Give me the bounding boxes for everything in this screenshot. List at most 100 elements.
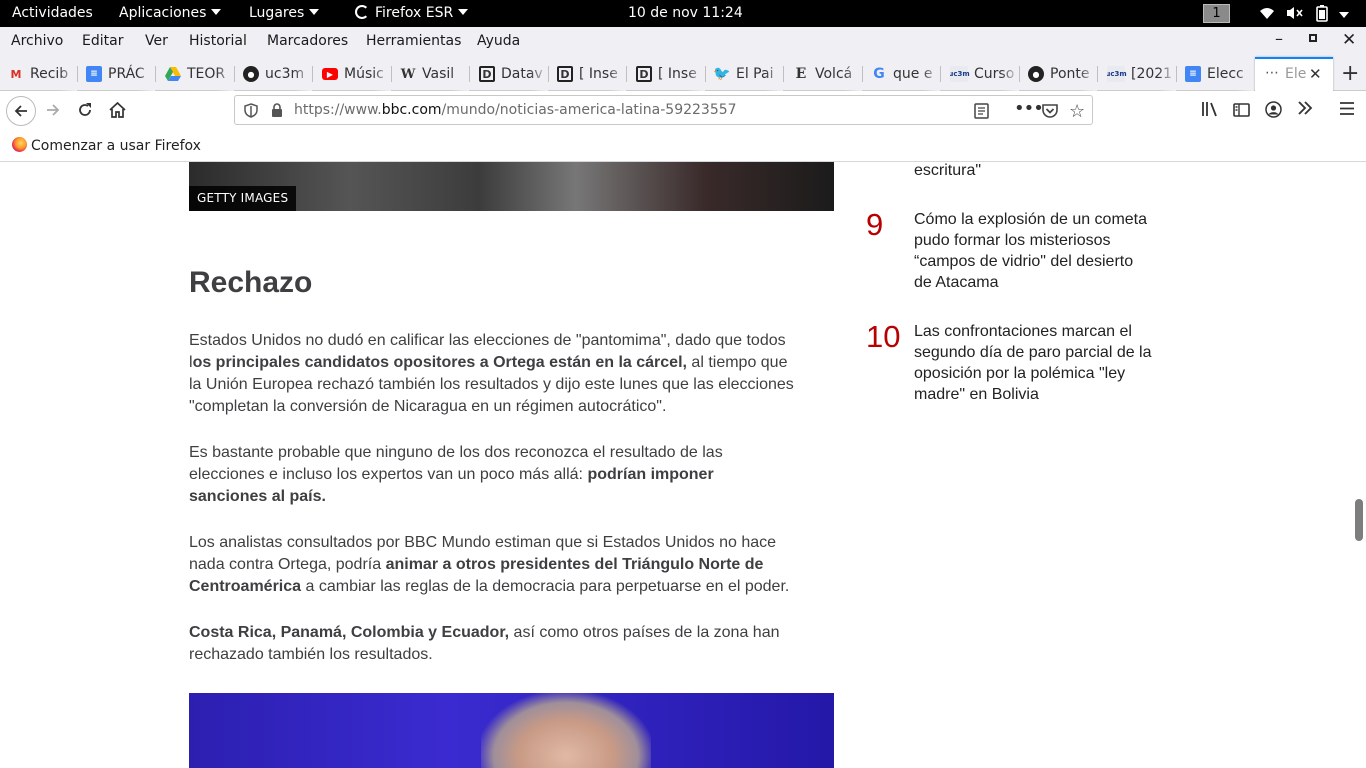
tab-el-pais-twitter[interactable]: 🐦 El Pai (714, 57, 784, 91)
tab-strip: M Recib ≡ PRÁC TEOR ● uc3m ▶ Músic W Vasil DD… (0, 57, 1366, 91)
reader-view-icon[interactable] (974, 103, 989, 123)
back-button[interactable] (6, 96, 36, 126)
tab-label: Ele (1285, 66, 1307, 82)
bookmark-star-icon[interactable]: ☆ (1069, 101, 1085, 122)
github-icon: ● (243, 66, 259, 82)
sidebar-icon[interactable] (1233, 102, 1250, 121)
menu-archivo[interactable]: Archivo (11, 33, 63, 49)
tab-label: Vasil (422, 66, 455, 82)
article-photo (189, 693, 834, 768)
portrait-shape (481, 693, 651, 768)
url-bar[interactable]: https://www.bbc.com/mundo/noticias-ameri… (234, 95, 1093, 125)
twitter-icon: 🐦 (714, 66, 731, 82)
tab-teoria[interactable]: TEOR (165, 57, 235, 91)
text-run: a cambiar las reglas de la democracia pa… (301, 578, 790, 595)
tab-uc3m-github[interactable]: ● uc3m (243, 57, 313, 91)
applications-menu[interactable]: Aplicaciones (119, 5, 222, 21)
lock-icon[interactable] (271, 103, 283, 122)
text-run-bold: Costa Rica, Panamá, Colombia y Ecuador, (189, 624, 510, 641)
system-menu-chevron-icon[interactable] (1339, 12, 1349, 18)
app-menu[interactable]: Firefox ESR (355, 5, 469, 21)
google-docs-icon: ≡ (1185, 66, 1201, 82)
maximize-icon[interactable] (1309, 34, 1317, 42)
tracking-protection-shield-icon[interactable] (244, 103, 258, 122)
most-read-link[interactable]: Las confrontaciones marcan el segundo dí… (914, 321, 1154, 405)
clock[interactable]: 10 de nov 11:24 (628, 5, 743, 21)
bookmark-label: Comenzar a usar Firefox (31, 138, 201, 154)
firefox-logo-icon (12, 137, 27, 152)
most-read-rank: 10 (866, 319, 901, 354)
reload-icon (79, 103, 91, 116)
close-tab-icon[interactable]: ✕ (1309, 65, 1322, 83)
menu-herramientas[interactable]: Herramientas (366, 33, 461, 49)
pocket-icon[interactable] (1042, 103, 1058, 122)
tab-google-search[interactable]: Gque e (871, 57, 941, 91)
menu-historial[interactable]: Historial (189, 33, 247, 49)
battery-icon[interactable] (1316, 5, 1328, 26)
menu-marcadores[interactable]: Marcadores (267, 33, 348, 49)
d-site-icon: D (557, 66, 573, 82)
places-menu[interactable]: Lugares (249, 5, 320, 21)
url-path: /mundo/noticias-america-latina-59223557 (441, 102, 737, 118)
hamburger-menu-icon[interactable] (1339, 101, 1355, 120)
tab-curso[interactable]: uc3m Curso (950, 57, 1020, 91)
arrow-left-icon (14, 105, 27, 117)
image-credit: GETTY IMAGES (189, 186, 297, 211)
wifi-icon[interactable] (1259, 5, 1275, 25)
google-icon: G (873, 66, 885, 82)
minimize-icon[interactable]: – (1275, 29, 1283, 48)
tab-inse-2[interactable]: D[ Inse (636, 57, 706, 91)
d-site-icon: D (479, 66, 495, 82)
tab-volcan[interactable]: E Volcá (793, 57, 863, 91)
forward-button[interactable] (40, 97, 66, 123)
bookmark-item[interactable]: Comenzar a usar Firefox (12, 137, 201, 154)
uc3m-icon: uc3m (1107, 66, 1127, 82)
gmail-icon: M (10, 67, 22, 81)
activities-button[interactable]: Actividades (12, 5, 93, 21)
arrow-right-icon (47, 104, 60, 116)
firefox-icon (355, 5, 369, 19)
menu-ver[interactable]: Ver (145, 33, 168, 49)
tab-vasili[interactable]: W Vasil (400, 57, 470, 91)
home-icon (108, 102, 126, 118)
google-drive-icon (165, 66, 181, 82)
page-scrollbar[interactable] (1355, 499, 1363, 541)
google-docs-icon: ≡ (86, 66, 102, 82)
tab-gmail[interactable]: M Recib (8, 57, 78, 91)
new-tab-button[interactable]: + (1341, 61, 1359, 86)
most-read-item-tail[interactable]: escritura" (914, 162, 1154, 181)
tab-ponte-github[interactable]: ● Ponte (1028, 57, 1098, 91)
e-site-icon: E (795, 66, 807, 82)
account-icon[interactable] (1265, 101, 1282, 122)
tab-datav[interactable]: D Datav (479, 57, 549, 91)
article-paragraph-4: Costa Rica, Panamá, Colombia y Ecuador, … (189, 622, 801, 666)
home-button[interactable] (104, 97, 130, 123)
workspace-indicator[interactable]: 1 (1203, 4, 1230, 23)
youtube-icon: ▶ (322, 68, 338, 80)
url-domain: bbc.com (381, 102, 442, 118)
most-read-link[interactable]: Cómo la explosión de un cometa pudo form… (914, 209, 1154, 293)
section-heading: Rechazo (189, 266, 313, 299)
places-label: Lugares (249, 5, 305, 21)
firefox-menu-bar: Archivo Editar Ver Historial Marcadores … (0, 27, 1366, 57)
menu-ayuda[interactable]: Ayuda (477, 33, 520, 49)
overflow-chevron-icon[interactable] (1297, 100, 1313, 120)
article-image: GETTY IMAGES (189, 162, 834, 211)
tab-inse-1[interactable]: D[ Inse (557, 57, 627, 91)
close-window-icon[interactable]: ✕ (1342, 30, 1356, 50)
tab-practica[interactable]: ≡ PRÁC (86, 57, 156, 91)
reload-button[interactable] (72, 97, 98, 123)
tab-active-bbc[interactable]: ⋯ Ele ✕ (1255, 57, 1333, 91)
d-site-icon: D (636, 66, 652, 82)
url-text[interactable]: https://www.bbc.com/mundo/noticias-ameri… (294, 102, 737, 118)
page-actions-icon[interactable]: ••• (1014, 98, 1044, 119)
tab-musica[interactable]: ▶ Músic (322, 57, 392, 91)
page-content: GETTY IMAGES Rechazo Estados Unidos no d… (0, 162, 1366, 768)
tab-elecciones-doc[interactable]: ≡ Elecc (1185, 57, 1255, 91)
volume-muted-icon[interactable] (1286, 6, 1304, 24)
menu-editar[interactable]: Editar (82, 33, 123, 49)
tab-2021[interactable]: uc3m [2021 (1107, 57, 1177, 91)
wikipedia-icon: W (400, 66, 416, 82)
library-icon[interactable] (1201, 101, 1219, 121)
url-prefix: https://www. (294, 102, 382, 118)
